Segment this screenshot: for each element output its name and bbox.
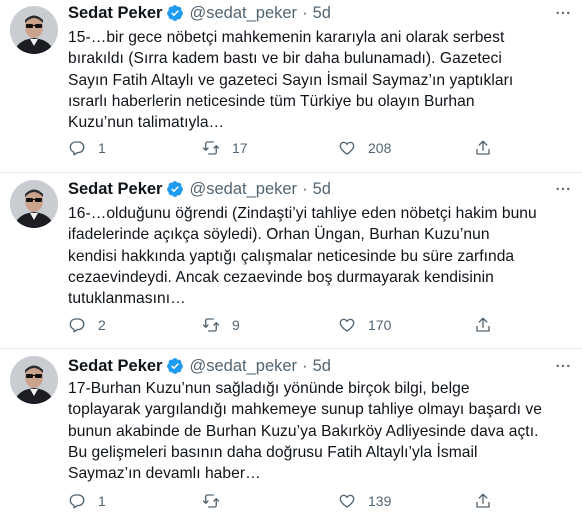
reply-count: 2: [98, 317, 106, 333]
handle[interactable]: @sedat_peker: [189, 180, 297, 199]
separator-dot: ·: [302, 356, 308, 375]
divider: [0, 172, 582, 173]
retweet-button[interactable]: 9: [202, 314, 240, 336]
reply-icon: [69, 494, 85, 509]
reply-button[interactable]: 1: [68, 137, 106, 159]
reply-count: 1: [98, 493, 106, 509]
share-icon: [476, 493, 490, 508]
retweet-icon: [202, 494, 220, 508]
avatar-image: [10, 180, 58, 228]
avatar[interactable]: [10, 6, 58, 54]
like-button[interactable]: 139: [338, 490, 391, 512]
avatar[interactable]: [10, 356, 58, 404]
like-icon: [339, 141, 355, 155]
like-button[interactable]: 208: [338, 137, 391, 159]
share-button[interactable]: [474, 137, 492, 159]
retweet-count: 9: [232, 317, 240, 333]
handle[interactable]: @sedat_peker: [189, 357, 297, 376]
like-count: 170: [368, 317, 392, 333]
separator-dot: ·: [302, 179, 308, 198]
timestamp[interactable]: 5d: [313, 4, 331, 23]
tweet[interactable]: Sedat Peker @sedat_peker · 5d 15-…bir ge…: [0, 0, 582, 170]
share-icon: [476, 317, 490, 332]
avatar-image: [10, 356, 58, 404]
more-icon[interactable]: [554, 4, 572, 22]
verified-badge-icon: [166, 4, 184, 22]
tweet[interactable]: Sedat Peker @sedat_peker · 5d 17-Burhan …: [0, 350, 582, 516]
more-icon[interactable]: [554, 180, 572, 198]
tweet-text: 16-…olduğunu öğrendi (Zindaşti’yi tahliy…: [68, 205, 537, 308]
tweet-text: 17-Burhan Kuzu’nun sağladığı yönünde bir…: [68, 380, 542, 483]
verified-badge-icon: [166, 357, 184, 375]
tweet[interactable]: Sedat Peker @sedat_peker · 5d 16-…olduğu…: [0, 174, 582, 344]
retweet-icon: [202, 318, 220, 332]
reply-button[interactable]: 1: [68, 490, 106, 512]
avatar-image: [10, 6, 58, 54]
share-icon: [476, 140, 490, 155]
like-count: 208: [368, 140, 392, 156]
like-button[interactable]: 170: [338, 314, 391, 336]
retweet-count: 17: [232, 140, 248, 156]
like-count: 139: [368, 493, 392, 509]
display-name[interactable]: Sedat Peker: [68, 4, 162, 23]
more-icon[interactable]: [554, 357, 572, 375]
separator-dot: ·: [302, 3, 308, 22]
timestamp[interactable]: 5d: [313, 357, 331, 376]
retweet-icon: [202, 141, 220, 155]
reply-icon: [69, 141, 85, 156]
retweet-button[interactable]: [202, 490, 232, 512]
reply-icon: [69, 318, 85, 333]
retweet-button[interactable]: 17: [202, 137, 248, 159]
reply-button[interactable]: 2: [68, 314, 106, 336]
share-button[interactable]: [474, 490, 492, 512]
avatar[interactable]: [10, 180, 58, 228]
display-name[interactable]: Sedat Peker: [68, 180, 162, 199]
timestamp[interactable]: 5d: [313, 180, 331, 199]
handle[interactable]: @sedat_peker: [189, 4, 297, 23]
like-icon: [339, 494, 355, 508]
tweet-text: 15-…bir gece nöbetçi mahkemenin kararıyl…: [68, 29, 514, 132]
share-button[interactable]: [474, 314, 492, 336]
like-icon: [339, 318, 355, 332]
verified-badge-icon: [166, 180, 184, 198]
reply-count: 1: [98, 140, 106, 156]
display-name[interactable]: Sedat Peker: [68, 357, 162, 376]
divider: [0, 348, 582, 349]
